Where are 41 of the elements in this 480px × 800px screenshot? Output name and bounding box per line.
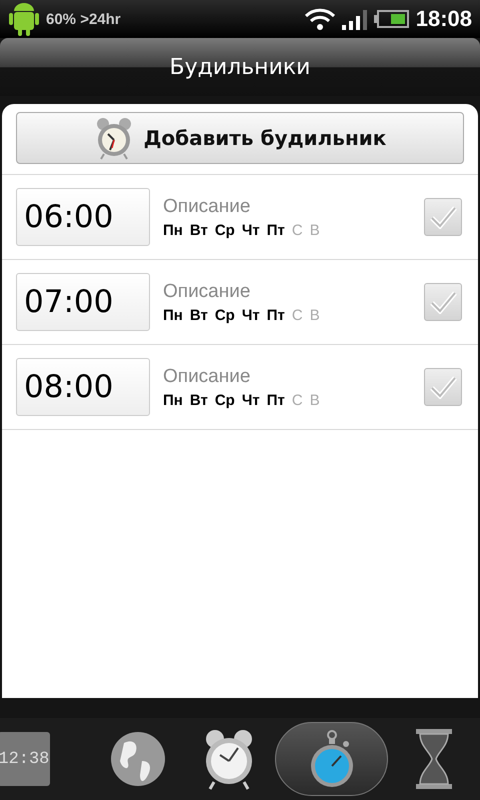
weekday-label: С: [292, 392, 303, 408]
weekday-label: Чт: [242, 306, 260, 324]
stopwatch-icon: [310, 730, 354, 788]
weekday-label: В: [310, 392, 320, 408]
battery-text: 60% >24hr: [45, 10, 122, 28]
android-icon: [8, 2, 40, 36]
weekday-label: Ср: [214, 392, 235, 408]
add-alarm-button[interactable]: Добавить будильник: [16, 112, 464, 164]
alarm-time[interactable]: 08:00: [16, 358, 150, 416]
alarm-time[interactable]: 07:00: [16, 273, 150, 331]
signal-icon: [342, 8, 368, 30]
alarm-description: Описание: [163, 366, 252, 388]
weekday-label: В: [310, 222, 320, 238]
alarm-description: Описание: [163, 280, 252, 302]
alarm-checkbox[interactable]: [424, 198, 462, 236]
weekday-label: С: [292, 306, 303, 324]
weekday-label: Чт: [242, 392, 260, 408]
weekday-label: Вт: [190, 222, 208, 238]
alarm-checkbox[interactable]: [424, 283, 462, 321]
weekday-label: Ср: [214, 306, 235, 324]
weekday-label: Ср: [214, 222, 235, 238]
weekday-label: Пт: [266, 392, 285, 408]
hourglass-icon: [414, 729, 454, 789]
alarm-checkbox[interactable]: [424, 368, 462, 406]
globe-icon: [110, 731, 166, 787]
weekday-label: Пн: [163, 306, 183, 324]
weekday-label: Пн: [163, 392, 183, 408]
weekday-label: Пт: [266, 222, 285, 238]
weekday-label: Вт: [190, 392, 208, 408]
clock-time: 18:08: [416, 6, 472, 32]
weekday-label: В: [310, 306, 320, 324]
weekday-label: Пн: [163, 222, 183, 238]
battery-icon: [374, 9, 410, 29]
wifi-icon: [304, 7, 336, 31]
screen-title: Будильники: [170, 54, 310, 80]
weekday-label: Чт: [242, 222, 260, 238]
weekday-label: Пт: [266, 306, 285, 324]
alarm-time[interactable]: 06:00: [16, 188, 150, 246]
weekday-label: С: [292, 222, 303, 238]
alarm-description: Описание: [163, 196, 252, 218]
weekday-label: Вт: [190, 306, 208, 324]
